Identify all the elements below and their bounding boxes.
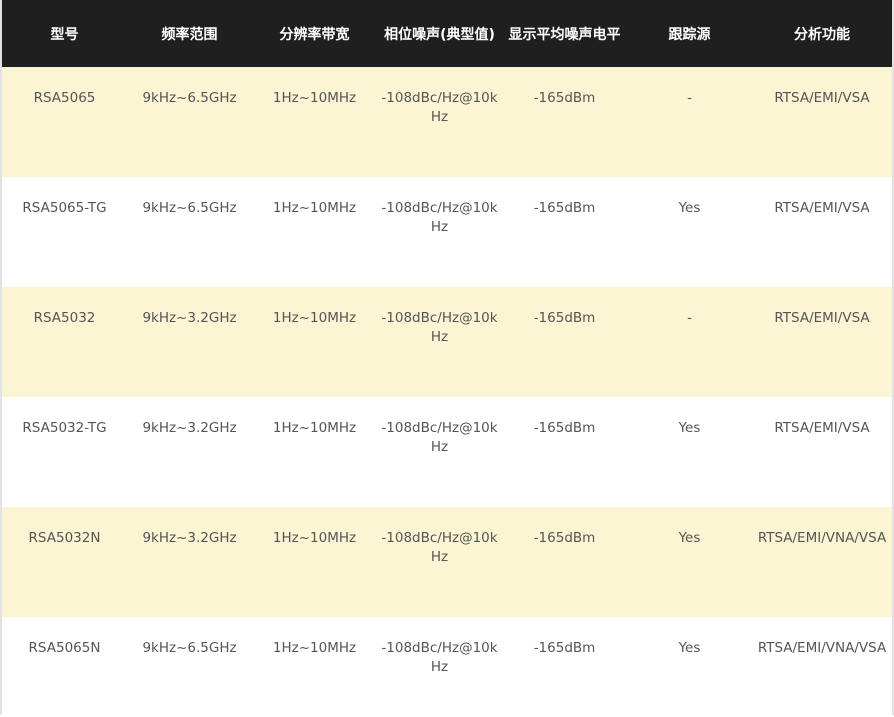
cell-danl: -165dBm [533, 420, 596, 436]
header-analysis-functions: 分析功能 [794, 26, 850, 43]
table-row: RSA5032 9kHz~3.2GHz 1Hz~10MHz -108dBc/Hz… [2, 287, 892, 397]
cell-frequency-range: 9kHz~3.2GHz [142, 310, 237, 326]
cell-rbw: 1Hz~10MHz [272, 530, 357, 546]
cell-model: RSA5065 [33, 90, 96, 106]
header-frequency-range: 频率范围 [161, 26, 218, 43]
cell-analysis-functions: RTSA/EMI/VSA [774, 200, 870, 216]
product-spec-table-container: 型号 频率范围 分辨率带宽 相位噪声(典型值) 显示平均噪声电平 跟踪源 分析功… [0, 0, 894, 717]
header-model: 型号 [50, 26, 79, 43]
table-body: RSA5065 9kHz~6.5GHz 1Hz~10MHz -108dBc/Hz… [2, 67, 892, 717]
cell-tracking-generator: - [687, 310, 692, 326]
cell-danl: -165dBm [533, 200, 596, 216]
cell-phase-noise: -108dBc/Hz@10kHz [381, 90, 498, 125]
cell-model: RSA5032N [28, 530, 101, 546]
header-phase-noise: 相位噪声(典型值) [384, 26, 495, 43]
table-row: RSA5065N 9kHz~6.5GHz 1Hz~10MHz -108dBc/H… [2, 617, 892, 717]
table-row: RSA5032N 9kHz~3.2GHz 1Hz~10MHz -108dBc/H… [2, 507, 892, 617]
cell-model: RSA5065N [28, 640, 101, 656]
cell-danl: -165dBm [533, 90, 596, 106]
table-row: RSA5032-TG 9kHz~3.2GHz 1Hz~10MHz -108dBc… [2, 397, 892, 507]
cell-danl: -165dBm [533, 310, 596, 326]
cell-tracking-generator: - [687, 90, 692, 106]
cell-phase-noise: -108dBc/Hz@10kHz [381, 640, 498, 675]
table-row: RSA5065-TG 9kHz~6.5GHz 1Hz~10MHz -108dBc… [2, 177, 892, 287]
table-header: 型号 频率范围 分辨率带宽 相位噪声(典型值) 显示平均噪声电平 跟踪源 分析功… [2, 0, 892, 67]
cell-analysis-functions: RTSA/EMI/VSA [774, 310, 870, 326]
cell-phase-noise: -108dBc/Hz@10kHz [381, 530, 498, 565]
cell-danl: -165dBm [533, 530, 596, 546]
cell-frequency-range: 9kHz~6.5GHz [142, 200, 237, 216]
header-danl: 显示平均噪声电平 [508, 26, 621, 43]
cell-tracking-generator: Yes [678, 420, 701, 436]
cell-model: RSA5065-TG [22, 200, 107, 216]
cell-tracking-generator: Yes [678, 530, 701, 546]
cell-phase-noise: -108dBc/Hz@10kHz [381, 310, 498, 345]
cell-rbw: 1Hz~10MHz [272, 90, 357, 106]
cell-phase-noise: -108dBc/Hz@10kHz [381, 200, 498, 235]
product-spec-table: 型号 频率范围 分辨率带宽 相位噪声(典型值) 显示平均噪声电平 跟踪源 分析功… [2, 0, 892, 717]
table-row: RSA5065 9kHz~6.5GHz 1Hz~10MHz -108dBc/Hz… [2, 67, 892, 177]
cell-analysis-functions: RTSA/EMI/VNA/VSA [757, 640, 887, 656]
cell-analysis-functions: RTSA/EMI/VSA [774, 420, 870, 436]
cell-rbw: 1Hz~10MHz [272, 310, 357, 326]
cell-frequency-range: 9kHz~3.2GHz [142, 420, 237, 436]
header-tracking-generator: 跟踪源 [668, 26, 711, 43]
cell-model: RSA5032-TG [22, 420, 107, 436]
cell-model: RSA5032 [33, 310, 96, 326]
cell-rbw: 1Hz~10MHz [272, 200, 357, 216]
cell-frequency-range: 9kHz~6.5GHz [142, 90, 237, 106]
cell-rbw: 1Hz~10MHz [272, 640, 357, 656]
header-rbw: 分辨率带宽 [279, 26, 350, 43]
cell-phase-noise: -108dBc/Hz@10kHz [381, 420, 498, 455]
header-row: 型号 频率范围 分辨率带宽 相位噪声(典型值) 显示平均噪声电平 跟踪源 分析功… [2, 0, 892, 67]
cell-tracking-generator: Yes [678, 200, 701, 216]
cell-analysis-functions: RTSA/EMI/VNA/VSA [757, 530, 887, 546]
cell-frequency-range: 9kHz~3.2GHz [142, 530, 237, 546]
cell-frequency-range: 9kHz~6.5GHz [142, 640, 237, 656]
cell-tracking-generator: Yes [678, 640, 701, 656]
cell-analysis-functions: RTSA/EMI/VSA [774, 90, 870, 106]
cell-rbw: 1Hz~10MHz [272, 420, 357, 436]
cell-danl: -165dBm [533, 640, 596, 656]
